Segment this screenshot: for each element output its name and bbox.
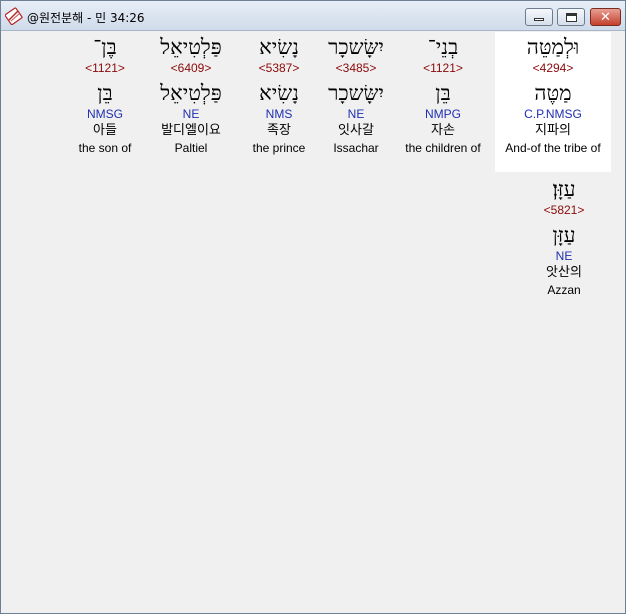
english-gloss: And-of the tribe of — [505, 141, 601, 155]
korean-gloss: 지파의 — [535, 123, 571, 138]
word-card[interactable]: בְנֵי־ <1121> בֵּן NMPG 자손 the children … — [385, 34, 501, 156]
morphology-code: NMPG — [425, 107, 461, 121]
analysis-panel: בֶּן־ <1121> בֵּן NMSG 아들 the son of פַּ… — [5, 32, 621, 609]
hebrew-lemma: מַטֶּה — [534, 81, 572, 105]
main-window: @원전분해 - 민 34:26 ✕ בֶּן־ <1121> בֵּן NMSG… — [0, 0, 626, 614]
hebrew-lemma: עַזָּן — [552, 223, 576, 247]
maximize-button[interactable] — [557, 8, 585, 26]
minimize-button[interactable] — [525, 8, 553, 26]
app-bible-icon — [4, 7, 23, 26]
window-title: @원전분해 - 민 34:26 — [27, 11, 145, 25]
maximize-icon — [565, 12, 577, 22]
strong-number[interactable]: <5821> — [506, 202, 622, 218]
strong-number[interactable]: <4294> — [495, 60, 611, 76]
close-button[interactable]: ✕ — [590, 8, 621, 26]
korean-gloss: 자손 — [431, 123, 455, 138]
english-gloss: Azzan — [547, 283, 581, 297]
close-icon: ✕ — [600, 9, 611, 25]
morphology-code: C.P.NMSG — [524, 107, 582, 121]
english-gloss: the children of — [405, 141, 481, 155]
minimize-icon — [534, 18, 544, 21]
morphology-code: NE — [555, 249, 573, 263]
title-bar[interactable]: @원전분해 - 민 34:26 ✕ — [1, 1, 625, 31]
hebrew-word: עַזָּן׃ — [552, 177, 576, 201]
strong-number[interactable]: <1121> — [385, 60, 501, 76]
hebrew-word: וּלְמַטֵּה — [526, 35, 580, 59]
hebrew-lemma: בֵּן — [435, 81, 451, 105]
korean-gloss: 앗산의 — [546, 265, 582, 280]
word-card[interactable]: עַזָּן׃ <5821> עַזָּן NE 앗산의 Azzan — [506, 176, 622, 298]
hebrew-word: בְנֵי־ — [427, 35, 459, 59]
word-card-selected[interactable]: וּלְמַטֵּה <4294> מַטֶּה C.P.NMSG 지파의 An… — [495, 32, 611, 172]
